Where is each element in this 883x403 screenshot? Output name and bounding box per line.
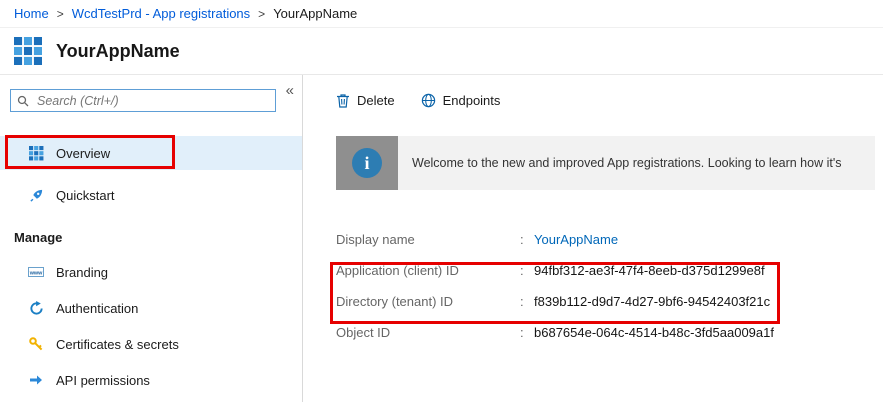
sidebar-section-manage: Manage: [14, 230, 302, 245]
sidebar-item-branding[interactable]: www Branding: [0, 255, 302, 289]
breadcrumb-app-registrations-link[interactable]: WcdTestPrd - App registrations: [72, 6, 250, 21]
breadcrumb: Home > WcdTestPrd - App registrations > …: [0, 0, 883, 28]
breadcrumb-separator: >: [258, 7, 265, 21]
sidebar-item-authentication[interactable]: Authentication: [0, 291, 302, 325]
field-colon: :: [520, 294, 534, 309]
content-layout: « Overview: [0, 75, 883, 402]
field-label: Application (client) ID: [336, 263, 520, 278]
field-label: Object ID: [336, 325, 520, 340]
page-title: YourAppName: [56, 41, 180, 62]
directory-tenant-id-value: f839b112-d9d7-4d27-9bf6-94542403f21c: [534, 294, 770, 309]
display-name-value-link[interactable]: YourAppName: [534, 232, 618, 247]
info-banner: i Welcome to the new and improved App re…: [336, 136, 875, 190]
delete-button[interactable]: Delete: [336, 93, 395, 108]
info-icon: i: [352, 148, 382, 178]
sidebar-item-label: Certificates & secrets: [56, 337, 179, 352]
object-id-value: b687654e-064c-4514-b48c-3fd5aa009a1f: [534, 325, 774, 340]
api-permissions-icon: [28, 372, 44, 388]
endpoints-globe-icon: [421, 93, 436, 108]
svg-text:www: www: [29, 271, 43, 277]
sidebar: « Overview: [0, 75, 303, 402]
sidebar-item-label: API permissions: [56, 373, 150, 388]
sidebar-item-api-permissions[interactable]: API permissions: [0, 363, 302, 397]
field-row-object-id: Object ID : b687654e-064c-4514-b48c-3fd5…: [336, 317, 883, 348]
field-row-directory-tenant-id: Directory (tenant) ID : f839b112-d9d7-4d…: [336, 286, 883, 317]
sidebar-item-overview[interactable]: Overview: [0, 136, 302, 170]
certificates-key-icon: [28, 336, 44, 352]
authentication-icon: [28, 300, 44, 316]
overview-icon: [28, 145, 44, 161]
quickstart-icon: [28, 187, 44, 203]
sidebar-item-label: Authentication: [56, 301, 138, 316]
overview-fields: Display name : YourAppName Application (…: [336, 224, 883, 348]
breadcrumb-separator: >: [57, 7, 64, 21]
command-bar: Delete Endpoints: [336, 93, 883, 108]
main-panel: Delete Endpoints i Welcome to the new an…: [303, 75, 883, 402]
field-colon: :: [520, 263, 534, 278]
branding-icon: www: [28, 264, 44, 280]
field-colon: :: [520, 232, 534, 247]
collapse-sidebar-button[interactable]: «: [286, 83, 294, 98]
delete-button-label: Delete: [357, 93, 395, 108]
sidebar-manage-group: www Branding Authentication: [0, 255, 302, 397]
breadcrumb-current: YourAppName: [273, 6, 357, 21]
search-box: [10, 89, 276, 112]
info-banner-icon-block: i: [336, 136, 398, 190]
field-row-application-client-id: Application (client) ID : 94fbf312-ae3f-…: [336, 255, 883, 286]
sidebar-item-label: Quickstart: [56, 188, 115, 203]
page-header: YourAppName: [0, 28, 883, 75]
search-input[interactable]: [35, 93, 269, 109]
field-row-display-name: Display name : YourAppName: [336, 224, 883, 255]
app-registration-icon: [14, 37, 42, 65]
sidebar-item-quickstart[interactable]: Quickstart: [0, 178, 302, 212]
breadcrumb-home-link[interactable]: Home: [14, 6, 49, 21]
info-banner-text: Welcome to the new and improved App regi…: [398, 136, 855, 190]
endpoints-button-label: Endpoints: [443, 93, 501, 108]
application-client-id-value: 94fbf312-ae3f-47f4-8eeb-d375d1299e8f: [534, 263, 765, 278]
sidebar-item-label: Overview: [56, 146, 110, 161]
search-icon: [17, 95, 29, 107]
field-label: Display name: [336, 232, 520, 247]
sidebar-item-label: Branding: [56, 265, 108, 280]
endpoints-button[interactable]: Endpoints: [421, 93, 501, 108]
field-colon: :: [520, 325, 534, 340]
sidebar-item-certificates-secrets[interactable]: Certificates & secrets: [0, 327, 302, 361]
delete-trash-icon: [336, 93, 350, 108]
field-label: Directory (tenant) ID: [336, 294, 520, 309]
